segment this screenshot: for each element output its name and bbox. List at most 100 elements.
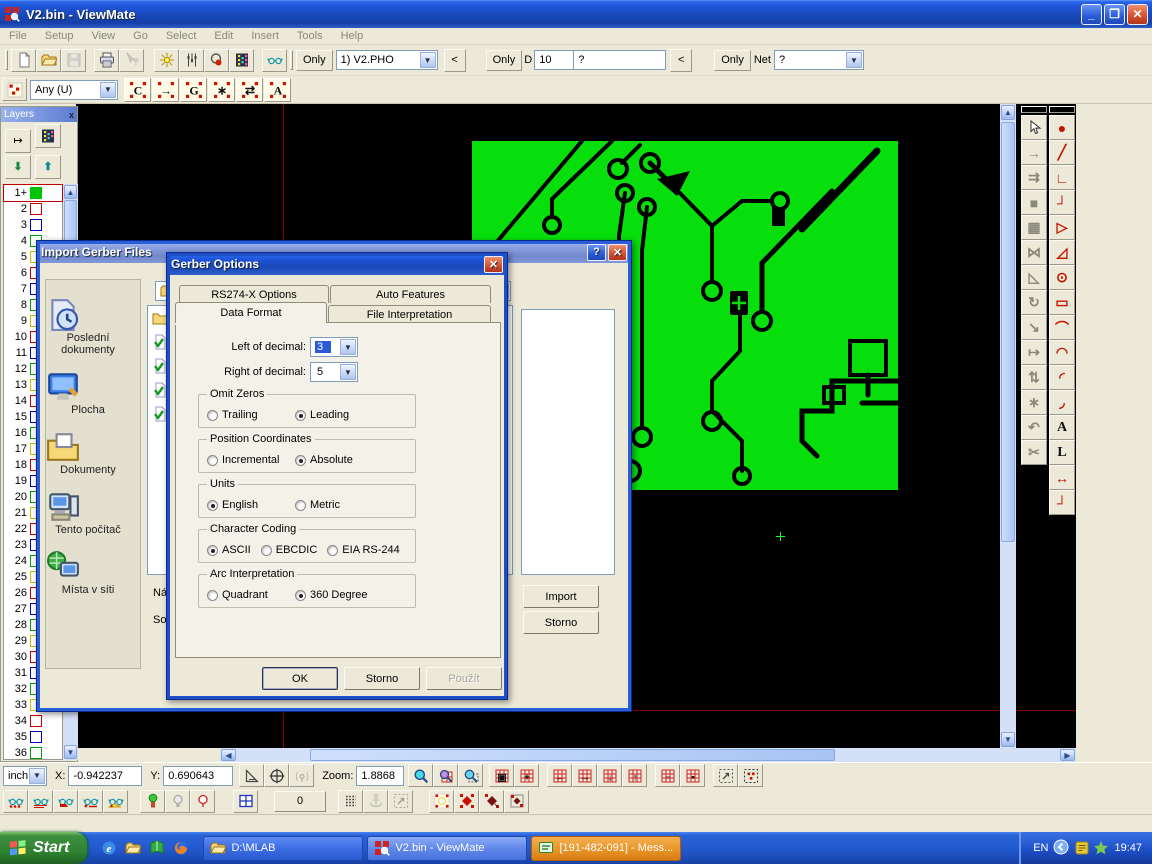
draw-elbow-button[interactable]: ┘ — [1049, 490, 1075, 515]
layer-color-swatch[interactable] — [30, 187, 42, 199]
import-button[interactable]: Import — [523, 585, 599, 608]
open-file-button[interactable] — [36, 49, 61, 72]
radio-ebcdic[interactable]: EBCDIC — [261, 544, 318, 556]
toolbar-grip[interactable] — [5, 50, 8, 70]
tab-rs274x-options[interactable]: RS274-X Options — [179, 285, 329, 303]
unit-combo[interactable]: inch▼ — [3, 766, 47, 786]
scroll-down-icon[interactable]: ▼ — [64, 745, 77, 759]
tray-star-icon[interactable] — [1093, 840, 1109, 856]
language-indicator[interactable]: EN — [1033, 842, 1048, 854]
aperture-flash-button[interactable]: ∗ — [208, 78, 235, 102]
zoom-in-grid-button[interactable]: ▪ — [680, 764, 705, 787]
view-filled-button[interactable] — [53, 790, 78, 813]
place-computer[interactable]: Tento počítač — [46, 490, 130, 536]
pan-right-button[interactable]: → — [572, 764, 597, 787]
zoom-grid-button[interactable] — [433, 764, 458, 787]
radio-360-degree[interactable]: 360 Degree — [295, 589, 379, 601]
layer-row-34[interactable]: 34 — [4, 713, 62, 729]
quick-launch-folder[interactable] — [123, 838, 143, 858]
layer-filter-combo[interactable]: 1) V2.PHO▼ — [336, 50, 438, 70]
view-sketch-button[interactable] — [103, 790, 128, 813]
quick-launch-firefox[interactable] — [171, 838, 191, 858]
copy-move-button[interactable]: ⇉ — [1021, 165, 1047, 190]
rotate-button[interactable]: ↻ — [1021, 290, 1047, 315]
chevron-down-icon[interactable]: ▼ — [100, 82, 116, 98]
right-of-decimal-combo[interactable]: 5 ▼ — [310, 362, 358, 382]
palette-grip[interactable] — [1049, 106, 1075, 113]
net-filter-combo[interactable]: ?▼ — [774, 50, 864, 70]
radio-eia-rs-244[interactable]: EIA RS-244 — [327, 544, 399, 556]
aperture-draw-button[interactable]: → — [152, 78, 179, 102]
canvas-horizontal-scrollbar[interactable]: ◀ ▶ — [220, 748, 1076, 762]
tab-data-format[interactable]: Data Format — [175, 302, 327, 323]
stretch-select-button[interactable] — [713, 764, 738, 787]
close-icon[interactable]: ✕ — [608, 244, 627, 261]
draw-text-button[interactable]: A — [1049, 415, 1075, 440]
origin-target-button[interactable] — [264, 764, 289, 787]
scroll-up-icon[interactable]: ▲ — [64, 185, 77, 199]
radio-absolute[interactable]: Absolute — [295, 454, 379, 466]
close-button[interactable]: ✕ — [1127, 4, 1148, 25]
chevron-down-icon[interactable]: ▼ — [420, 52, 436, 68]
lamp-off-button[interactable] — [165, 790, 190, 813]
select-cursor-button[interactable] — [1021, 115, 1047, 140]
visibility-glasses-button[interactable] — [262, 49, 287, 72]
tab-file-interpretation[interactable]: File Interpretation — [328, 305, 491, 323]
draw-chord-button[interactable]: ⌒ — [1049, 315, 1075, 340]
ok-button[interactable]: OK — [262, 667, 338, 690]
taskbar-task[interactable]: [191-482-091] - Mess... — [531, 836, 681, 861]
place-desktop[interactable]: Plocha — [46, 370, 130, 416]
component-tools-button[interactable] — [179, 49, 204, 72]
aperture-g-button[interactable]: G — [180, 78, 207, 102]
draw-polyline-button[interactable]: ∟ — [1049, 165, 1075, 190]
highlight-on-button[interactable] — [140, 790, 165, 813]
layers-panel-titlebar[interactable]: Layers x — [1, 107, 77, 122]
restore-button[interactable]: ❐ — [1104, 4, 1125, 25]
tab-auto-features[interactable]: Auto Features — [330, 285, 491, 303]
draw-line-button[interactable]: ╱ — [1049, 140, 1075, 165]
help-icon[interactable]: ? — [587, 244, 606, 261]
new-file-button[interactable] — [11, 49, 36, 72]
apply-button[interactable]: Použít — [426, 667, 502, 690]
scroll-right-icon[interactable]: ▶ — [1060, 749, 1075, 761]
hatch-square-button[interactable]: ▦ — [1021, 215, 1047, 240]
gerber-options-titlebar[interactable]: Gerber Options ✕ — [167, 253, 507, 275]
aperture-trace-button[interactable]: ⇄ — [236, 78, 263, 102]
undo-button[interactable]: ↶ — [1021, 415, 1047, 440]
minimize-button[interactable]: _ — [1081, 4, 1102, 25]
tray-notes-icon[interactable] — [1074, 840, 1090, 856]
close-icon[interactable]: ✕ — [484, 256, 503, 273]
only-layer-button[interactable]: Only — [296, 50, 333, 71]
layer-row-36[interactable]: 36 — [4, 745, 62, 761]
draw-wedge-button[interactable]: ▷ — [1049, 215, 1075, 240]
aperture-selector-combo[interactable]: Any (U)▼ — [30, 80, 118, 100]
cut-button[interactable]: ✂ — [1021, 440, 1047, 465]
layer-stack-button[interactable] — [229, 49, 254, 72]
menu-item-select[interactable]: Select — [157, 28, 206, 44]
save-file-button[interactable] — [61, 49, 86, 72]
layer-insert-button[interactable]: ↦ — [5, 129, 31, 153]
flip-horizontal-button[interactable]: ◺ — [1021, 265, 1047, 290]
select-area-button[interactable] — [738, 764, 763, 787]
radio-english[interactable]: English — [207, 499, 291, 511]
zoom-value[interactable]: 1.8868 — [356, 766, 404, 786]
horizontal-scroll-thumb[interactable] — [310, 749, 835, 761]
menu-item-tools[interactable]: Tools — [288, 28, 332, 44]
chevron-down-icon[interactable]: ▼ — [340, 339, 356, 355]
locate-flash-button[interactable] — [154, 49, 179, 72]
palette-grip[interactable] — [1021, 106, 1047, 113]
aperture-text-button[interactable]: A — [264, 78, 291, 102]
menu-item-insert[interactable]: Insert — [242, 28, 288, 44]
table-view-button[interactable] — [233, 790, 258, 813]
scale-button[interactable]: ↘ — [1021, 315, 1047, 340]
menu-item-file[interactable]: File — [0, 28, 36, 44]
aperture-c-button[interactable]: C — [124, 78, 151, 102]
only-dcode-button[interactable]: Only — [486, 50, 523, 71]
context-help-button[interactable]: ? — [119, 49, 144, 72]
radio-leading[interactable]: Leading — [295, 409, 379, 421]
flash-dark-button[interactable] — [479, 790, 504, 813]
radio-trailing[interactable]: Trailing — [207, 409, 291, 421]
view-marks-button[interactable] — [78, 790, 103, 813]
menu-item-help[interactable]: Help — [332, 28, 373, 44]
view-lines-button[interactable] — [28, 790, 53, 813]
